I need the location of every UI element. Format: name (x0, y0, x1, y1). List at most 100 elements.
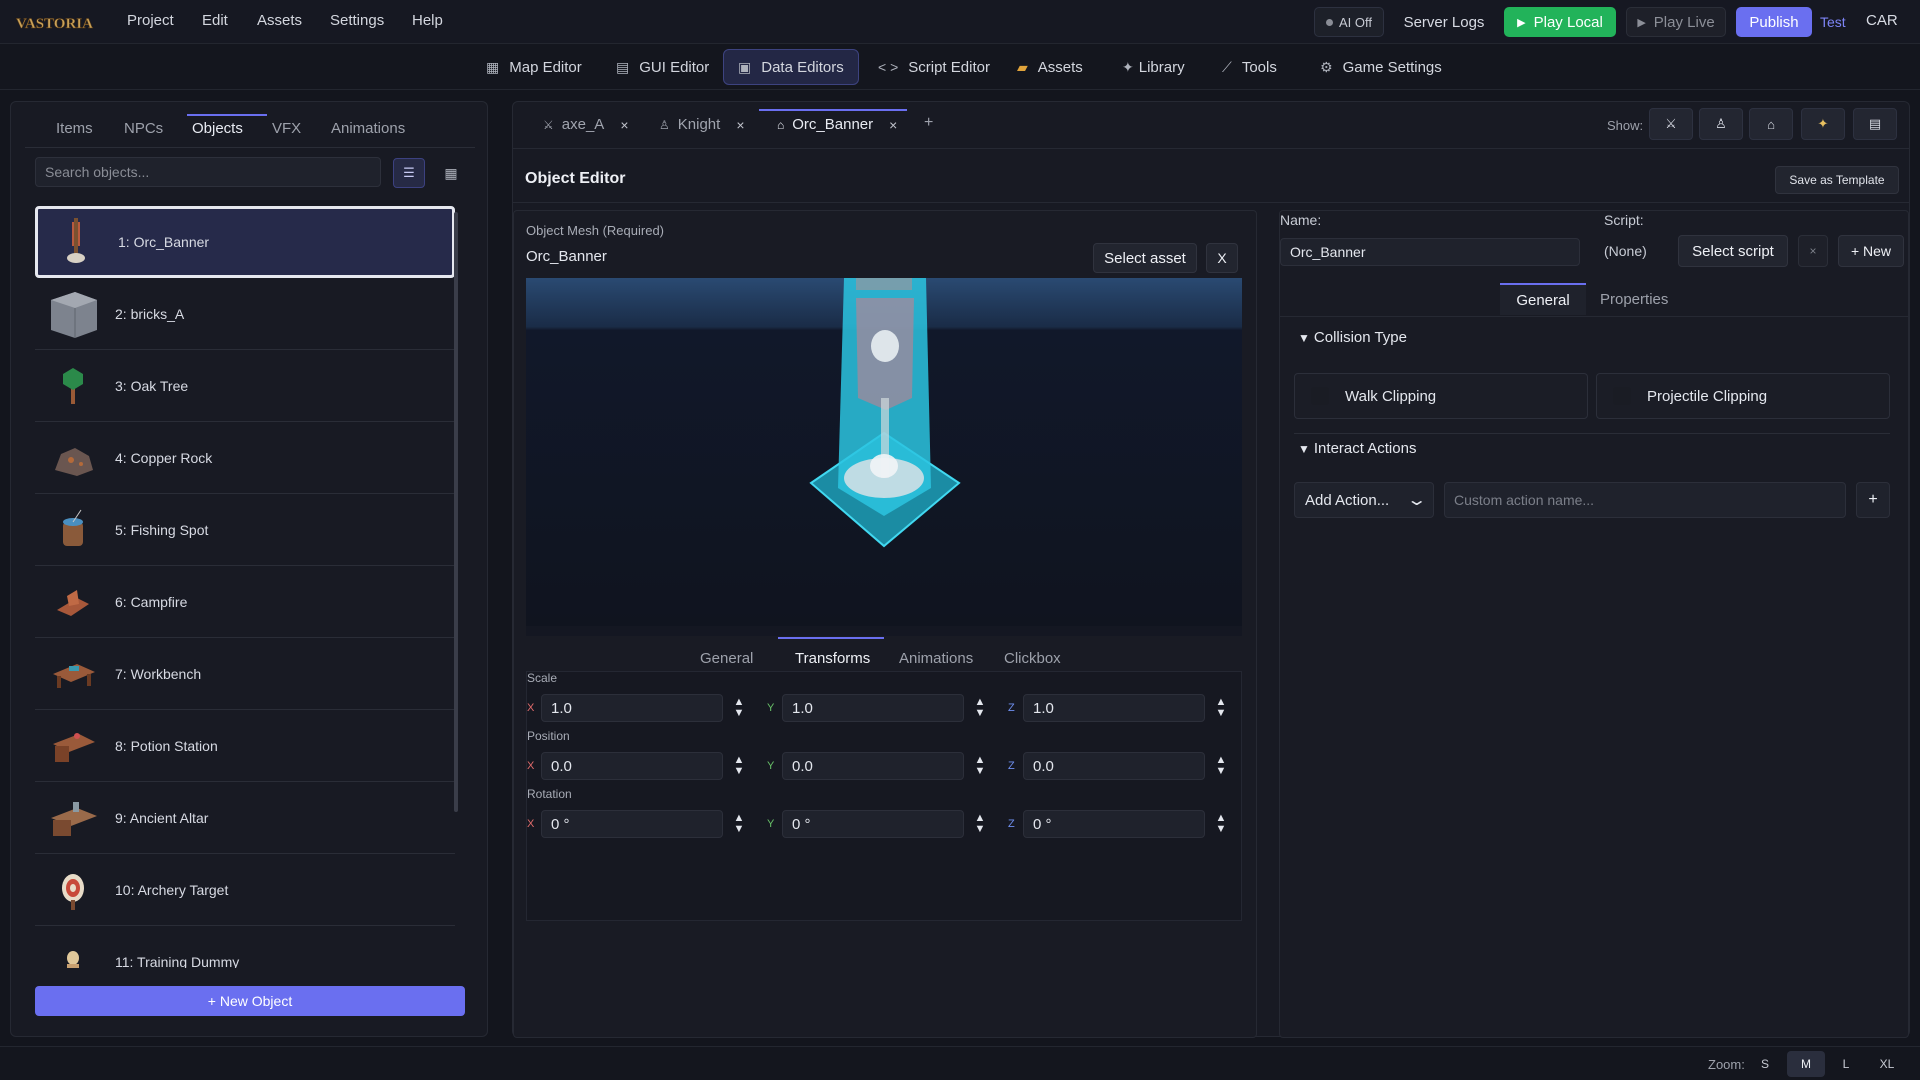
list-item[interactable]: 10: Archery Target (35, 854, 455, 926)
rotation-y-stepper[interactable]: ▲ ▼ (970, 810, 990, 838)
zoom-m-button[interactable]: M (1787, 1051, 1825, 1077)
tab-library[interactable]: ✦ Library (1108, 49, 1199, 85)
scale-x-stepper[interactable]: ▲ ▼ (729, 694, 749, 722)
doc-tab-orc-banner[interactable]: ⌂ Orc_Banner × (777, 116, 897, 133)
projectile-clipping-toggle[interactable]: Projectile Clipping (1596, 373, 1890, 419)
list-item[interactable]: 6: Campfire (35, 566, 455, 638)
menu-assets[interactable]: Assets (257, 12, 302, 29)
collision-type-header[interactable]: ▼ Collision Type (1298, 329, 1407, 346)
search-input[interactable] (35, 157, 381, 187)
rotation-x-input[interactable]: 0 ° (541, 810, 723, 838)
list-item[interactable]: 3: Oak Tree (35, 350, 455, 422)
tab-npcs[interactable]: NPCs (124, 120, 163, 137)
add-action-button[interactable]: + (1856, 482, 1890, 518)
menu-edit[interactable]: Edit (202, 12, 228, 29)
interact-actions-header[interactable]: ▼ Interact Actions (1298, 440, 1416, 457)
walk-clipping-checkbox[interactable] (1311, 387, 1329, 405)
show-npcs-toggle[interactable]: ♙ (1699, 108, 1743, 140)
save-as-template-button[interactable]: Save as Template (1775, 166, 1899, 194)
doc-tab-knight[interactable]: ♙ Knight × (659, 116, 745, 133)
rotation-y-input[interactable]: 0 ° (782, 810, 964, 838)
show-animations-toggle[interactable]: ▤ (1853, 108, 1897, 140)
list-item[interactable]: 2: bricks_A (35, 278, 455, 350)
position-z-input[interactable]: 0.0 (1023, 752, 1205, 780)
tab-map-editor[interactable]: ▦ Map Editor (472, 49, 596, 85)
menu-help[interactable]: Help (412, 12, 443, 29)
doc-tab-axe-a[interactable]: ⚔ axe_A × (543, 116, 629, 133)
close-icon[interactable]: × (620, 117, 628, 133)
tab-items[interactable]: Items (56, 120, 93, 137)
zoom-s-button[interactable]: S (1746, 1051, 1784, 1077)
position-z-stepper[interactable]: ▲ ▼ (1211, 752, 1231, 780)
projectile-clipping-checkbox[interactable] (1613, 387, 1631, 405)
show-items-toggle[interactable]: ⚔ (1649, 108, 1693, 140)
grid-view-button[interactable]: ▦ (435, 158, 467, 188)
scale-z-stepper[interactable]: ▲ ▼ (1211, 694, 1231, 722)
name-input[interactable]: Orc_Banner (1280, 238, 1580, 266)
play-live-button[interactable]: ▶ Play Live (1626, 7, 1726, 37)
ai-toggle-button[interactable]: AI Off (1314, 7, 1384, 37)
tab-general[interactable]: General (1500, 283, 1586, 315)
scale-z-input[interactable]: 1.0 (1023, 694, 1205, 722)
custom-action-input[interactable] (1444, 482, 1846, 518)
list-view-button[interactable]: ☰ (393, 158, 425, 188)
position-x-input[interactable]: 0.0 (541, 752, 723, 780)
clear-script-button[interactable]: × (1798, 235, 1828, 267)
list-item[interactable]: 9: Ancient Altar (35, 782, 455, 854)
tab-general[interactable]: General (700, 650, 753, 667)
scale-x-input[interactable]: 1.0 (541, 694, 723, 722)
rotation-x-stepper[interactable]: ▲ ▼ (729, 810, 749, 838)
add-tab-button[interactable]: + (924, 114, 933, 132)
add-action-select[interactable]: Add Action... ⌄ (1294, 482, 1434, 518)
position-y-stepper[interactable]: ▲ ▼ (970, 752, 990, 780)
user-name[interactable]: CAR (1866, 12, 1898, 29)
zoom-xl-button[interactable]: XL (1868, 1051, 1906, 1077)
tab-vfx[interactable]: VFX (272, 120, 301, 137)
walk-clipping-toggle[interactable]: Walk Clipping (1294, 373, 1588, 419)
position-y-input[interactable]: 0.0 (782, 752, 964, 780)
close-icon[interactable]: × (736, 117, 744, 133)
list-item[interactable]: 8: Potion Station (35, 710, 455, 782)
list-item[interactable]: 5: Fishing Spot (35, 494, 455, 566)
show-vfx-toggle[interactable]: ✦ (1801, 108, 1845, 140)
tab-transforms[interactable]: Transforms (795, 650, 870, 667)
list-item[interactable]: 1: Orc_Banner (35, 206, 455, 278)
list-scrollbar[interactable] (454, 212, 458, 812)
menu-settings[interactable]: Settings (330, 12, 384, 29)
scale-y-input[interactable]: 1.0 (782, 694, 964, 722)
tab-assets[interactable]: ▰ Assets (1003, 49, 1097, 85)
interact-actions-title: Interact Actions (1313, 440, 1417, 457)
select-script-button[interactable]: Select script (1678, 235, 1788, 267)
scale-y-stepper[interactable]: ▲ ▼ (970, 694, 990, 722)
menu-project[interactable]: Project (127, 12, 174, 29)
tab-clickbox[interactable]: Clickbox (1004, 650, 1061, 667)
tab-properties[interactable]: Properties (1600, 291, 1668, 308)
publish-button[interactable]: Publish (1736, 7, 1812, 37)
tab-game-settings[interactable]: ⚙ Game Settings (1306, 49, 1456, 85)
new-script-button[interactable]: + New (1838, 235, 1904, 267)
position-x-stepper[interactable]: ▲ ▼ (729, 752, 749, 780)
rotation-z-stepper[interactable]: ▲ ▼ (1211, 810, 1231, 838)
tab-animations[interactable]: Animations (899, 650, 973, 667)
list-item[interactable]: 4: Copper Rock (35, 422, 455, 494)
tab-tools[interactable]: ⟋ Tools (1208, 49, 1291, 85)
server-logs-button[interactable]: Server Logs (1398, 7, 1490, 37)
list-item[interactable]: 11: Training Dummy (35, 926, 455, 968)
tab-animations[interactable]: Animations (331, 120, 405, 137)
test-link[interactable]: Test (1820, 14, 1846, 30)
mesh-preview-viewport[interactable] (526, 278, 1242, 626)
tab-data-editors[interactable]: ▣ Data Editors (723, 49, 859, 85)
rotation-z-input[interactable]: 0 ° (1023, 810, 1205, 838)
select-asset-button[interactable]: Select asset (1093, 243, 1197, 273)
tab-script-editor[interactable]: < > Script Editor (864, 49, 1004, 85)
position-x-value: 0.0 (551, 757, 572, 775)
list-item[interactable]: 7: Workbench (35, 638, 455, 710)
new-object-button[interactable]: + New Object (35, 986, 465, 1016)
clear-asset-button[interactable]: X (1206, 243, 1238, 273)
tab-gui-editor[interactable]: ▤ GUI Editor (602, 49, 723, 85)
close-icon[interactable]: × (889, 117, 897, 133)
show-objects-toggle[interactable]: ⌂ (1749, 108, 1793, 140)
tab-objects[interactable]: Objects (192, 120, 243, 137)
zoom-l-button[interactable]: L (1827, 1051, 1865, 1077)
play-local-button[interactable]: ▶ Play Local (1504, 7, 1616, 37)
